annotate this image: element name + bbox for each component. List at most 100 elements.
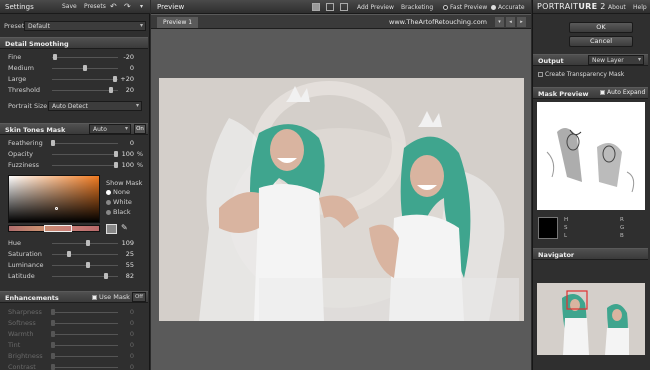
output-select[interactable]: New Layer (588, 55, 644, 65)
slider-value[interactable]: 100 (114, 150, 134, 158)
slider-track[interactable] (52, 323, 118, 324)
slider-value[interactable]: 100 (114, 161, 134, 169)
slider-value[interactable]: +20 (114, 75, 134, 83)
tab-list-icon[interactable]: ▾ (495, 17, 504, 27)
split-view-icon[interactable] (326, 3, 334, 11)
slider-track[interactable] (52, 154, 118, 155)
slider-value[interactable]: 20 (114, 86, 134, 94)
redo-icon[interactable]: ↷ (124, 2, 131, 11)
tab-next-icon[interactable]: ▸ (517, 17, 526, 27)
slider-handle[interactable] (51, 309, 56, 315)
slider-value[interactable]: -20 (114, 53, 134, 61)
slider-row[interactable]: Feathering 0 (6, 138, 144, 148)
slider-value[interactable]: 0 (114, 319, 134, 327)
accurate-radio[interactable]: Accurate (491, 4, 525, 11)
slider-row[interactable]: Threshold 20 (6, 85, 144, 95)
slider-track[interactable] (52, 276, 118, 277)
slider-value[interactable]: 25 (114, 250, 134, 258)
slider-row[interactable]: Tint 0 (6, 340, 144, 350)
slider-track[interactable] (52, 243, 118, 244)
show-mask-none[interactable]: None (106, 188, 132, 198)
slider-row[interactable]: Fuzziness 100% (6, 160, 144, 170)
slider-value[interactable]: 0 (114, 352, 134, 360)
slider-handle[interactable] (109, 87, 114, 93)
help-button[interactable]: Help (633, 4, 647, 11)
pick-color-swatch[interactable] (106, 224, 117, 234)
slider-value[interactable]: 109 (114, 239, 134, 247)
slider-handle[interactable] (86, 262, 91, 268)
use-mask-checkbox[interactable]: Use Mask (92, 293, 130, 301)
tab-preview-1[interactable]: Preview 1 (157, 17, 199, 28)
presets-button[interactable]: Presets (80, 2, 110, 11)
slider-track[interactable] (52, 345, 118, 346)
slider-row[interactable]: Brightness 0 (6, 351, 144, 361)
slider-value[interactable]: 0 (114, 64, 134, 72)
slider-handle[interactable] (83, 65, 87, 71)
slider-row[interactable]: Opacity 100% (6, 149, 144, 159)
add-preview-button[interactable]: Add Preview (357, 4, 394, 11)
slider-track[interactable] (52, 367, 118, 368)
fast-preview-radio[interactable]: Fast Preview (443, 4, 487, 11)
slider-handle[interactable] (66, 251, 71, 257)
slider-row[interactable]: Latitude 82 (6, 271, 144, 281)
color-field-marker[interactable] (55, 207, 58, 210)
enhancements-off-button[interactable]: Off (132, 292, 146, 302)
slider-row[interactable]: Luminance 55 (6, 260, 144, 270)
preset-select[interactable]: Default (24, 21, 146, 31)
slider-row[interactable]: Softness 0 (6, 318, 144, 328)
slider-value[interactable]: 0 (114, 330, 134, 338)
bracketing-button[interactable]: Bracketing (401, 4, 433, 11)
detail-smoothing-header[interactable]: Detail Smoothing (0, 37, 148, 49)
slider-handle[interactable] (51, 342, 56, 348)
slider-value[interactable]: 0 (114, 341, 134, 349)
preview-image[interactable] (159, 78, 524, 321)
auto-expand-checkbox[interactable]: Auto Expand (600, 89, 645, 96)
slider-track[interactable] (52, 143, 118, 144)
slider-value[interactable]: 0 (114, 363, 134, 370)
slider-track[interactable] (52, 334, 118, 335)
navigator-thumbnail[interactable] (537, 283, 645, 355)
slider-track[interactable] (52, 265, 118, 266)
slider-handle[interactable] (86, 240, 91, 246)
slider-row[interactable]: Fine -20 (6, 52, 144, 62)
slider-row[interactable]: Hue 109 (6, 238, 144, 248)
eyedropper-icon[interactable]: ✎ (121, 223, 128, 232)
navigator-header[interactable]: Navigator (533, 248, 648, 260)
slider-handle[interactable] (53, 54, 58, 60)
slider-row[interactable]: Warmth 0 (6, 329, 144, 339)
slider-track[interactable] (52, 312, 118, 313)
cancel-button[interactable]: Cancel (569, 36, 633, 47)
ok-button[interactable]: OK (569, 22, 633, 33)
slider-handle[interactable] (104, 273, 109, 279)
slider-value[interactable]: 0 (114, 308, 134, 316)
show-mask-black[interactable]: Black (106, 208, 132, 218)
tab-prev-icon[interactable]: ◂ (506, 17, 515, 27)
skin-color-field[interactable] (8, 175, 100, 223)
slider-track[interactable] (52, 57, 118, 58)
slider-handle[interactable] (51, 353, 56, 359)
slider-track[interactable] (52, 165, 118, 166)
slider-row[interactable]: Saturation 25 (6, 249, 144, 259)
slider-row[interactable]: Sharpness 0 (6, 307, 144, 317)
slider-value[interactable]: 0 (114, 139, 134, 147)
slider-value[interactable]: 82 (114, 272, 134, 280)
slider-handle[interactable] (51, 140, 56, 146)
slider-handle[interactable] (51, 364, 56, 370)
show-mask-white[interactable]: White (106, 198, 132, 208)
slider-track[interactable] (52, 79, 118, 80)
save-button[interactable]: Save (58, 2, 81, 11)
slider-row[interactable]: Contrast 0 (6, 362, 144, 370)
single-view-icon[interactable] (312, 3, 320, 11)
slider-track[interactable] (52, 356, 118, 357)
create-mask-checkbox[interactable]: Create Transparency Mask (538, 71, 624, 78)
skin-on-button[interactable]: On (134, 124, 146, 134)
side-by-side-icon[interactable] (340, 3, 348, 11)
slider-row[interactable]: Medium 0 (6, 63, 144, 73)
slider-row[interactable]: Large +20 (6, 74, 144, 84)
portrait-size-select[interactable]: Auto Detect (48, 101, 142, 111)
slider-track[interactable] (52, 90, 118, 91)
slider-value[interactable]: 55 (114, 261, 134, 269)
slider-track[interactable] (52, 254, 118, 255)
undo-icon[interactable]: ↶ (110, 2, 117, 11)
hue-range-marker[interactable] (44, 225, 72, 232)
